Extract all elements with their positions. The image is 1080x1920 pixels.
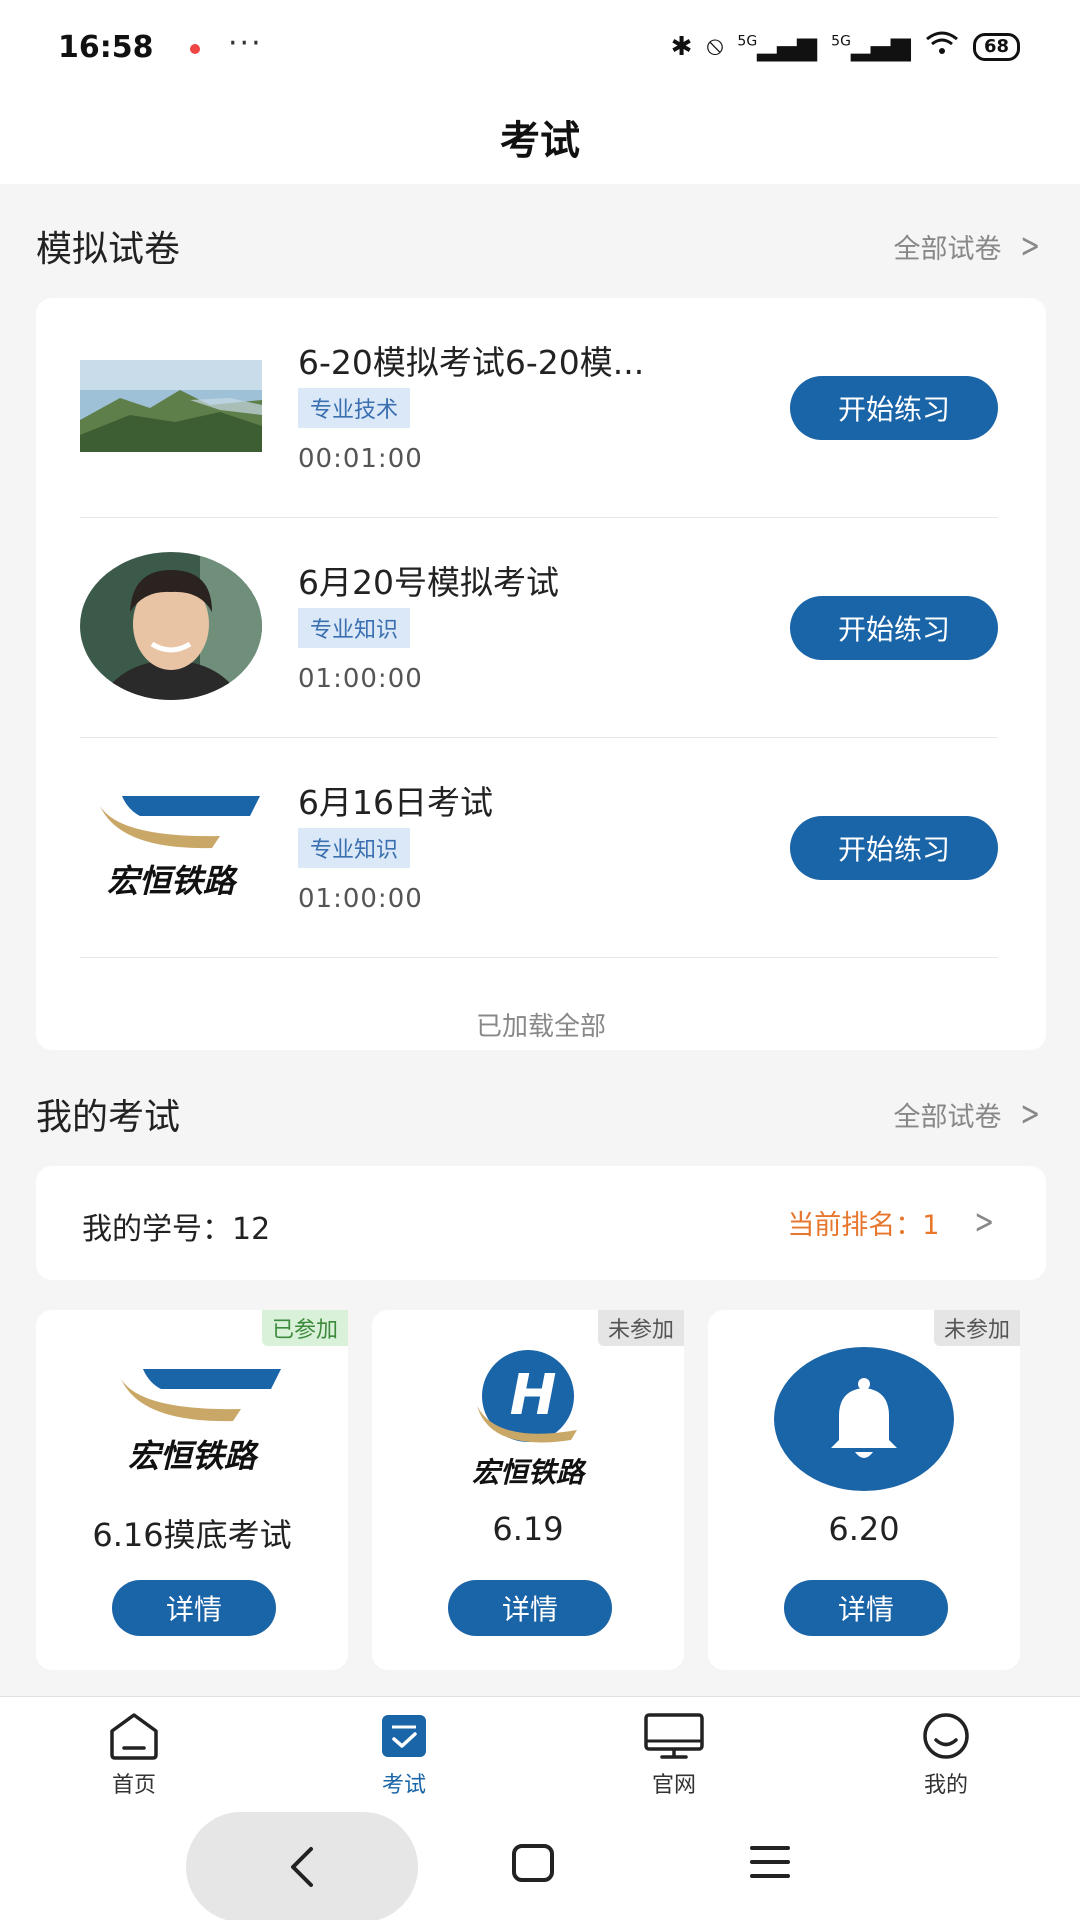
exam-name: 6.19 <box>492 1510 564 1548</box>
paper-row[interactable]: 6月20号模拟考试 专业知识 01:00:00 开始练习 <box>80 518 998 738</box>
student-info-card[interactable]: 我的学号：12 当前排名：1 > <box>36 1166 1046 1280</box>
status-more: ··· <box>228 26 263 61</box>
section-title: 我的考试 <box>36 1097 181 1138</box>
all-papers-label: 全部试卷 <box>893 233 1002 265</box>
mock-papers-header: 模拟试卷 全部试卷 > <box>36 216 1044 276</box>
status-badge: 未参加 <box>933 1310 1020 1346</box>
paper-title: 6月20号模拟考试 <box>298 563 559 602</box>
student-id: 我的学号：12 <box>82 1212 271 1247</box>
paper-duration: 01:00:00 <box>298 664 423 694</box>
detail-button[interactable]: 详情 <box>112 1580 276 1636</box>
recent-apps-button[interactable] <box>750 1846 790 1888</box>
paper-row[interactable]: 宏恒铁路 6月16日考试 专业知识 01:00:00 开始练习 <box>80 738 998 958</box>
home-button[interactable] <box>512 1844 554 1882</box>
svg-text:宏恒铁路: 宏恒铁路 <box>472 1456 587 1489</box>
paper-title: 6月16日考试 <box>298 783 493 822</box>
bluetooth-icon: ✱ <box>670 31 693 62</box>
all-exams-label: 全部试卷 <box>893 1101 1002 1133</box>
exam-name: 6.20 <box>828 1510 900 1548</box>
monitor-icon <box>644 1713 704 1759</box>
detail-button[interactable]: 详情 <box>448 1580 612 1636</box>
system-nav-bar <box>0 1810 1080 1920</box>
tab-label: 考试 <box>381 1773 426 1798</box>
recording-dot-icon <box>190 44 200 54</box>
bell-icon <box>708 1344 1020 1494</box>
status-bar: 16:58 ··· ✱ ⦸ 5G▂▄▆ 5G▂▄▆ 68 <box>0 0 1080 100</box>
signal-icon: 5G▂▄▆ <box>737 31 818 62</box>
all-papers-link[interactable]: 全部试卷 > <box>894 226 1045 266</box>
start-practice-button[interactable]: 开始练习 <box>790 376 998 440</box>
paper-tag: 专业知识 <box>298 608 411 648</box>
svg-text:H: H <box>510 1363 557 1428</box>
battery-icon: 68 <box>972 32 1020 61</box>
all-exams-link[interactable]: 全部试卷 > <box>894 1094 1045 1134</box>
svg-text:宏恒铁路: 宏恒铁路 <box>128 1437 260 1475</box>
paper-tag: 专业知识 <box>298 828 411 868</box>
mock-papers-list: 6-20模拟考试6-20模... 专业技术 00:01:00 开始练习 6月20… <box>36 298 1046 1050</box>
paper-duration: 00:01:00 <box>298 444 423 474</box>
company-logo: 宏恒铁路 <box>36 1344 348 1494</box>
tab-mine[interactable]: 我的 <box>876 1711 1016 1799</box>
paper-tag: 专业技术 <box>298 388 411 428</box>
paper-row[interactable]: 6-20模拟考试6-20模... 专业技术 00:01:00 开始练习 <box>80 298 998 518</box>
page-title: 考试 <box>500 118 580 164</box>
paper-duration: 01:00:00 <box>298 884 423 914</box>
svg-text:宏恒铁路: 宏恒铁路 <box>107 862 239 900</box>
tab-exam[interactable]: 考试 <box>334 1711 474 1799</box>
title-bar: 考试 <box>0 100 1080 184</box>
exam-card[interactable]: 未参加 6.20 详情 <box>708 1310 1020 1670</box>
exam-card[interactable]: 未参加 H 宏恒铁路 6.19 详情 <box>372 1310 684 1670</box>
portrait-thumbnail <box>80 552 262 700</box>
signal-icon: 5G▂▄▆ <box>831 31 911 62</box>
bottom-tab-bar: 首页 考试 官网 我的 <box>0 1696 1080 1810</box>
exam-name: 6.16摸底考试 <box>92 1516 292 1554</box>
vibrate-off-icon: ⦸ <box>706 31 724 61</box>
section-title: 模拟试卷 <box>36 229 181 270</box>
chevron-right-icon: > <box>1019 1094 1040 1134</box>
tab-label: 官网 <box>651 1773 696 1798</box>
chevron-right-icon: > <box>973 1202 994 1242</box>
loaded-all-text: 已加载全部 <box>475 1012 606 1042</box>
wifi-icon <box>925 30 959 63</box>
home-icon <box>110 1713 158 1760</box>
current-rank-link[interactable]: 当前排名：1 > <box>787 1202 998 1242</box>
h-company-logo: H 宏恒铁路 <box>372 1344 684 1494</box>
chevron-left-icon <box>291 1847 313 1887</box>
current-rank: 当前排名：1 <box>787 1209 940 1241</box>
tab-label: 首页 <box>111 1773 156 1798</box>
status-time: 16:58 <box>58 30 154 65</box>
status-icons: ✱ ⦸ 5G▂▄▆ 5G▂▄▆ 68 <box>671 30 1020 63</box>
start-practice-button[interactable]: 开始练习 <box>790 816 998 880</box>
tab-label: 我的 <box>923 1773 968 1798</box>
exam-icon <box>382 1715 426 1757</box>
company-logo: 宏恒铁路 <box>80 772 262 920</box>
tab-website[interactable]: 官网 <box>604 1711 744 1799</box>
chevron-right-icon: > <box>1019 226 1040 266</box>
status-badge: 已参加 <box>261 1310 348 1346</box>
back-button[interactable] <box>186 1812 418 1920</box>
paper-title: 6-20模拟考试6-20模... <box>298 343 645 382</box>
tab-home[interactable]: 首页 <box>64 1711 204 1799</box>
start-practice-button[interactable]: 开始练习 <box>790 596 998 660</box>
my-exams-header: 我的考试 全部试卷 > <box>36 1084 1044 1144</box>
smile-icon <box>923 1713 969 1759</box>
detail-button[interactable]: 详情 <box>784 1580 948 1636</box>
status-badge: 未参加 <box>597 1310 684 1346</box>
landscape-thumbnail <box>80 332 262 480</box>
exam-card[interactable]: 已参加 宏恒铁路 6.16摸底考试 详情 <box>36 1310 348 1670</box>
